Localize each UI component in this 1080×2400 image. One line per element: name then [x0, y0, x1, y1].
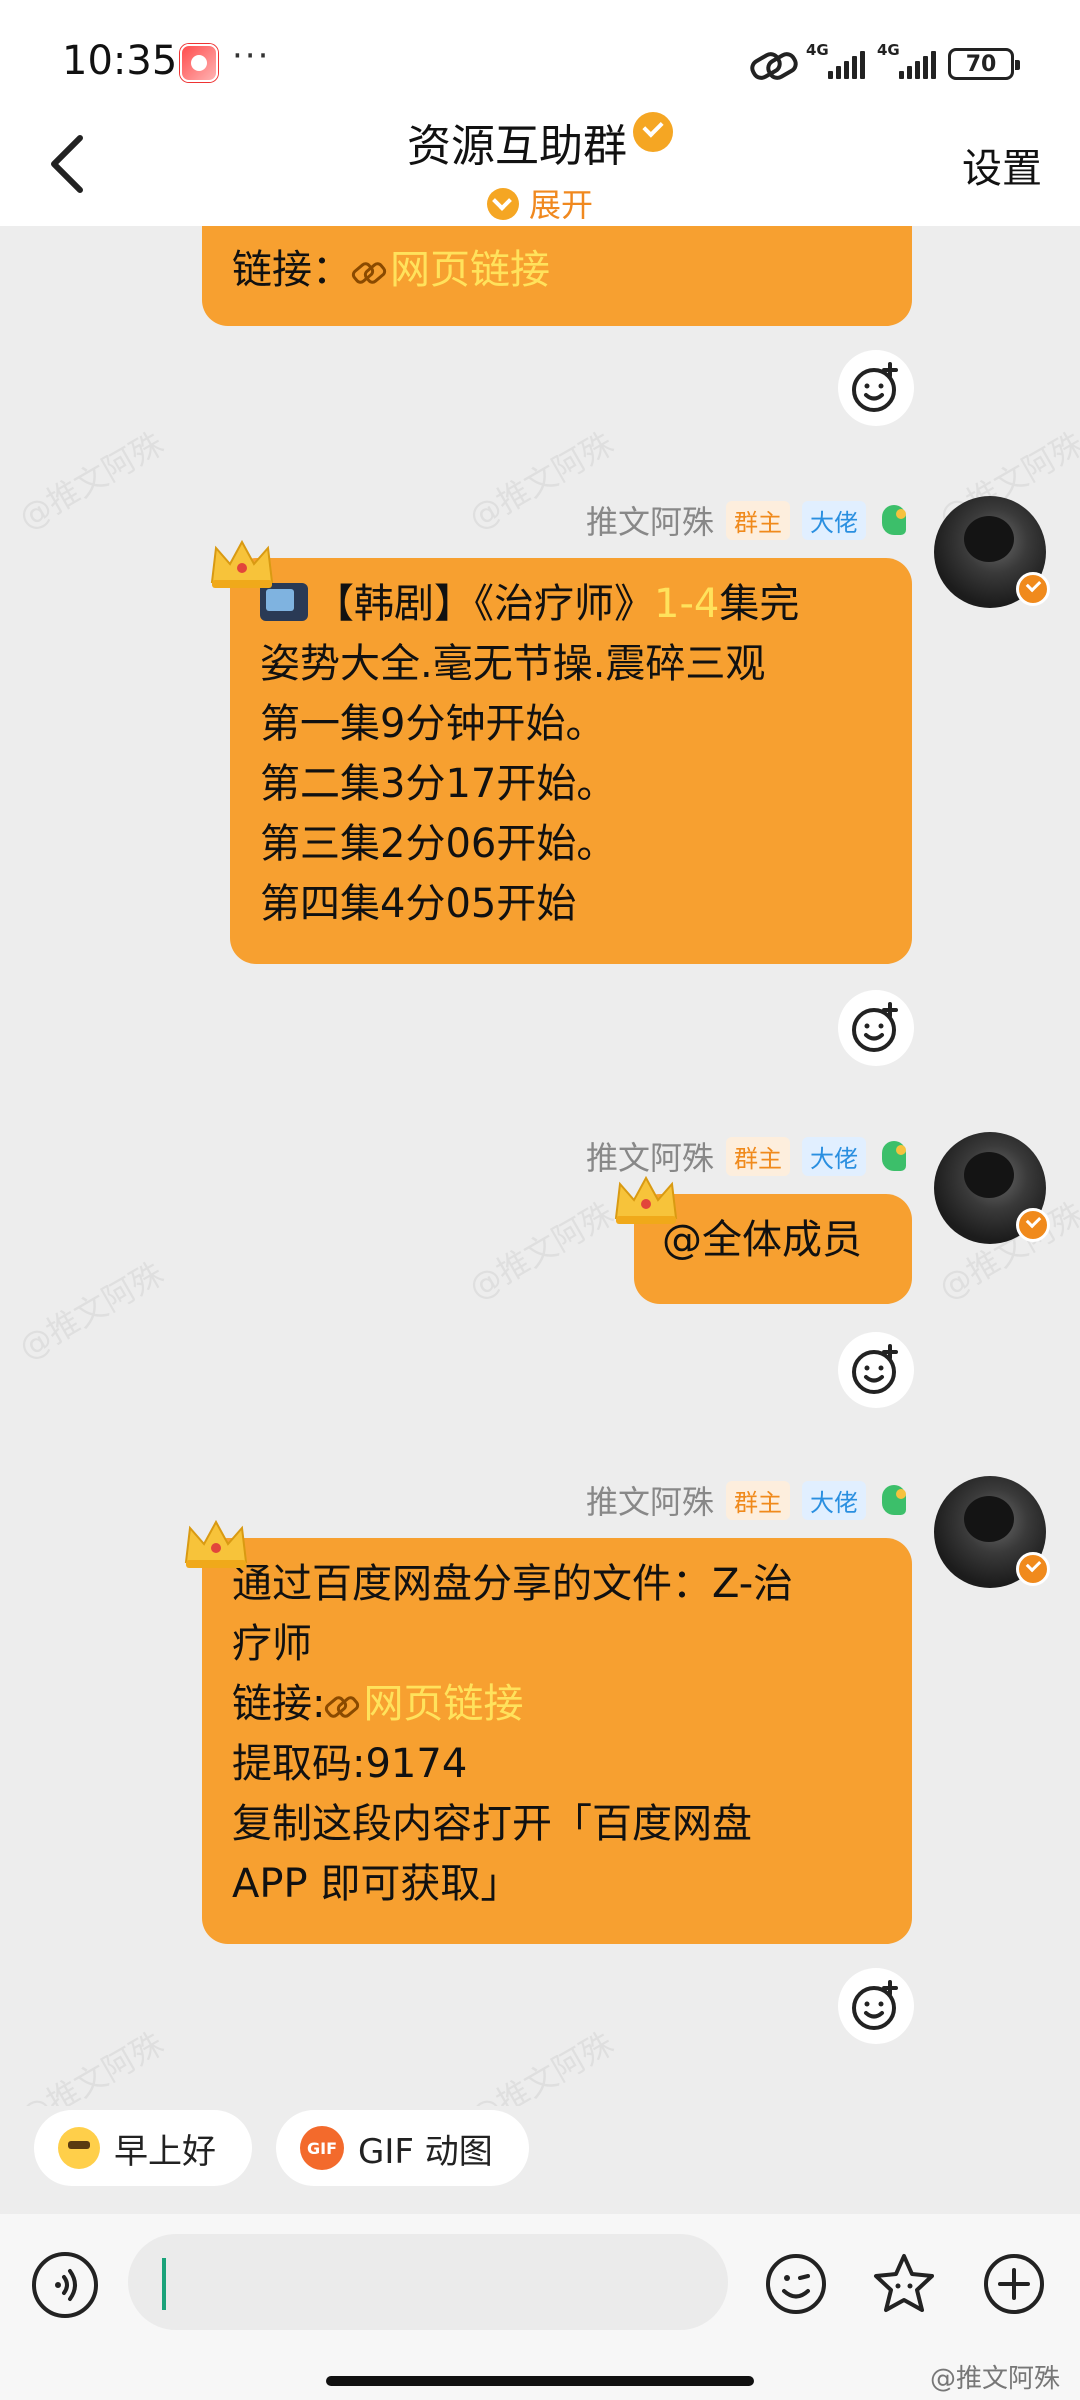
- verified-badge-icon: [633, 112, 673, 152]
- input-bar: [0, 2214, 1080, 2400]
- message-bubble[interactable]: 【韩剧】《治疗师》1-4集完 姿势大全.毫无节操.震碎三观 第一集9分钟开始。 …: [230, 558, 912, 964]
- smiley-plus-icon: [852, 1980, 898, 2030]
- chat-screen: 10:35 ··· 4G 4G 70 资源互助群 展开 设置 @推文阿殊 @推文…: [0, 0, 1080, 2400]
- extraction-code: 提取码:9174: [232, 1741, 468, 1787]
- group-name: 资源互助群: [407, 121, 627, 172]
- gif-icon: GIF: [300, 2126, 344, 2170]
- watermark: @推文阿殊: [12, 424, 170, 538]
- voice-input-button[interactable]: [32, 2252, 98, 2318]
- watermark: @推文阿殊: [462, 1194, 620, 1308]
- add-reaction-button[interactable]: [838, 1332, 914, 1408]
- expand-button[interactable]: 展开: [0, 180, 1080, 226]
- owner-tag: 群主: [726, 1480, 790, 1520]
- message-bubble[interactable]: 通过百度网盘分享的文件：Z-治 疗师 链接: 网页链接 提取码:9174 复制这段…: [202, 1538, 912, 1944]
- expand-label: 展开: [528, 186, 593, 224]
- watermark: @推文阿殊: [462, 2024, 620, 2106]
- add-reaction-button[interactable]: [838, 1968, 914, 2044]
- status-bar: 10:35 ··· 4G 4G 70: [0, 0, 1080, 112]
- star-sticker-icon: [874, 2254, 934, 2312]
- boss-tag: 大佬: [802, 1136, 866, 1176]
- app-notification-icon: [180, 44, 218, 82]
- web-link[interactable]: 网页链接: [390, 247, 550, 293]
- add-reaction-button[interactable]: [838, 350, 914, 426]
- settings-button[interactable]: 设置: [962, 136, 1042, 194]
- watermark: @推文阿殊: [12, 2024, 170, 2106]
- parrot-badge-icon: [878, 1481, 912, 1519]
- message-input[interactable]: [128, 2234, 728, 2330]
- add-reaction-button[interactable]: [838, 990, 914, 1066]
- sender-info: 推文阿殊 群主 大佬: [586, 496, 912, 544]
- quick-reply-gif[interactable]: GIF GIF 动图: [276, 2110, 529, 2186]
- battery-icon: 70: [948, 48, 1020, 80]
- web-link[interactable]: 网页链接: [363, 1681, 523, 1727]
- signal-icon-sim2: 4G: [877, 41, 936, 79]
- plus-circle-icon: [984, 2254, 1044, 2314]
- status-time: 10:35: [62, 38, 178, 84]
- link-icon: [352, 263, 384, 281]
- crown-icon: [182, 1516, 250, 1570]
- boss-tag: 大佬: [802, 1480, 866, 1520]
- sun-sunglasses-emoji-icon: [58, 2127, 100, 2169]
- more-notifications-icon: ···: [232, 36, 271, 76]
- sender-name[interactable]: 推文阿殊: [586, 1477, 714, 1523]
- owner-tag: 群主: [726, 500, 790, 540]
- network-type-label: 4G: [877, 41, 900, 59]
- sender-info: 推文阿殊 群主 大佬: [586, 1476, 912, 1524]
- crown-icon: [612, 1172, 680, 1226]
- crown-icon: [208, 536, 276, 590]
- hotspot-link-icon: [750, 49, 794, 79]
- smiley-plus-icon: [852, 362, 898, 412]
- link-icon: [325, 1697, 357, 1715]
- group-title[interactable]: 资源互助群: [0, 110, 1080, 174]
- avatar[interactable]: [934, 496, 1050, 608]
- sender-name[interactable]: 推文阿殊: [586, 497, 714, 543]
- parrot-badge-icon: [878, 501, 912, 539]
- network-type-label: 4G: [806, 41, 829, 59]
- emoji-button[interactable]: [762, 2250, 830, 2318]
- verified-badge-icon: [1016, 1208, 1050, 1242]
- text-cursor: [162, 2258, 166, 2310]
- home-indicator[interactable]: [326, 2376, 754, 2386]
- more-button[interactable]: [980, 2250, 1048, 2318]
- chat-header: 资源互助群 展开 设置: [0, 100, 1080, 226]
- link-label: 链接：: [232, 247, 352, 293]
- quick-reply-good-morning[interactable]: 早上好: [34, 2110, 252, 2186]
- boss-tag: 大佬: [802, 500, 866, 540]
- message-bubble[interactable]: 链接： 网页链接: [202, 226, 912, 326]
- link-label: 链接:: [232, 1681, 326, 1727]
- weibo-watermark: @推文阿殊: [929, 2364, 1060, 2394]
- battery-level: 70: [965, 51, 997, 77]
- parrot-badge-icon: [878, 1137, 912, 1175]
- verified-badge-icon: [1016, 572, 1050, 606]
- avatar[interactable]: [934, 1132, 1050, 1244]
- owner-tag: 群主: [726, 1136, 790, 1176]
- quick-reply-bar: 早上好 GIF GIF 动图: [34, 2110, 529, 2186]
- status-indicators: 4G 4G 70: [750, 41, 1020, 84]
- avatar[interactable]: [934, 1476, 1050, 1588]
- watermark: @推文阿殊: [12, 1254, 170, 1368]
- smiley-plus-icon: [852, 1002, 898, 1052]
- smiley-plus-icon: [852, 1344, 898, 1394]
- voice-wave-icon: [55, 2269, 77, 2301]
- sticker-button[interactable]: [870, 2250, 938, 2318]
- verified-badge-icon: [1016, 1552, 1050, 1586]
- signal-icon-sim1: 4G: [806, 41, 865, 79]
- message-list[interactable]: @推文阿殊 @推文阿殊 @推文阿殊 @推文阿殊 @推文阿殊 @推文阿殊 @推文阿…: [0, 226, 1080, 2106]
- smiley-icon: [766, 2254, 826, 2314]
- chevron-down-icon: [486, 188, 519, 220]
